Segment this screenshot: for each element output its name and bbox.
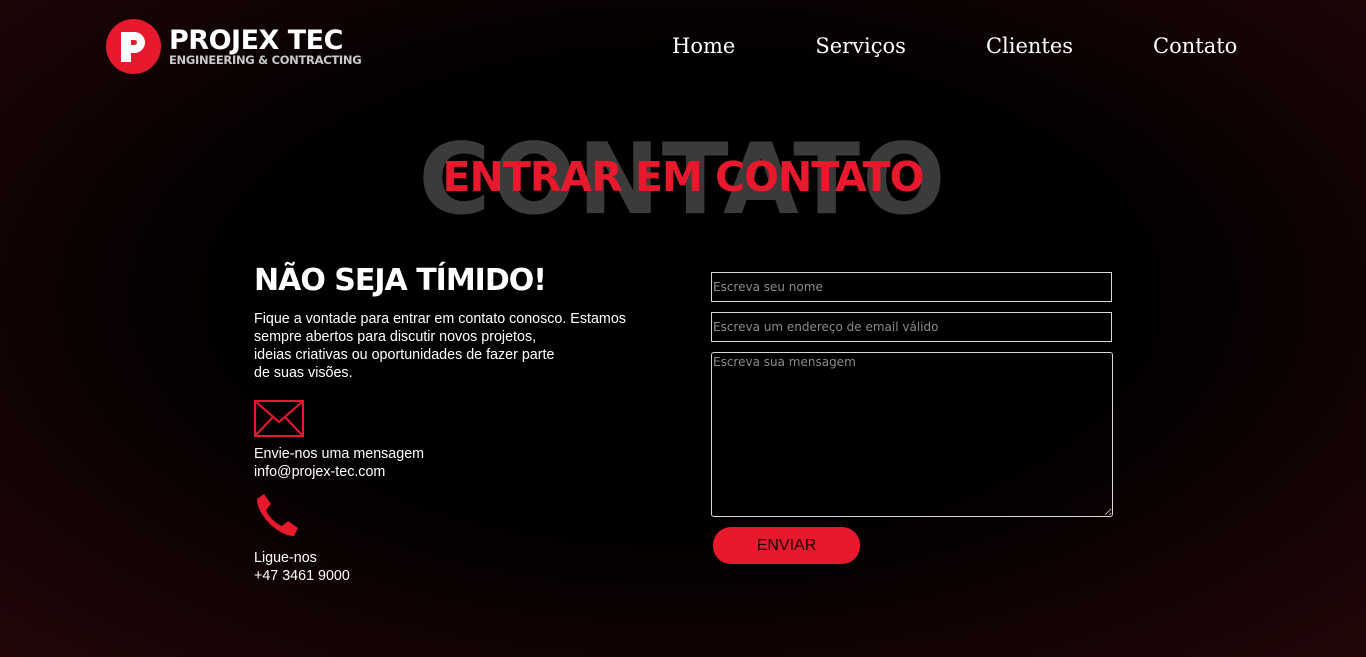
brand-logo[interactable]: PROJEX TEC ENGINEERING & CONTRACTING	[106, 19, 362, 74]
main-nav: Home Serviços Clientes Contato	[672, 34, 1237, 58]
nav-clientes[interactable]: Clientes	[986, 34, 1073, 58]
p-logo-icon	[106, 19, 161, 74]
nav-home[interactable]: Home	[672, 34, 735, 58]
email-input[interactable]	[711, 312, 1112, 342]
hero-section: CONTATO ENTRAR EM CONTATO	[0, 125, 1366, 235]
contact-intro: Fique a vontade para entrar em contato c…	[254, 310, 639, 382]
phone-label: Ligue-nos	[254, 550, 317, 566]
name-input[interactable]	[711, 272, 1112, 302]
site-header: PROJEX TEC ENGINEERING & CONTRACTING Hom…	[0, 0, 1366, 100]
nav-servicos[interactable]: Serviços	[815, 34, 906, 58]
phone-number[interactable]: +47 3461 9000	[254, 567, 654, 585]
contact-form: ENVIAR	[711, 272, 1113, 564]
brand-text: PROJEX TEC ENGINEERING & CONTRACTING	[169, 24, 362, 67]
contact-heading: NÃO SEJA TÍMIDO!	[254, 263, 547, 298]
intro-line: sempre abertos para discutir novos proje…	[254, 329, 537, 345]
envelope-icon	[254, 400, 304, 437]
intro-line: Fique a vontade para entrar em contato c…	[254, 311, 626, 327]
phone-icon	[257, 494, 298, 536]
send-button[interactable]: ENVIAR	[713, 527, 860, 564]
page-title: ENTRAR EM CONTATO	[442, 153, 925, 201]
contact-info: NÃO SEJA TÍMIDO! Fique a vontade para en…	[254, 262, 654, 585]
brand-tagline: ENGINEERING & CONTRACTING	[169, 52, 362, 67]
nav-contato[interactable]: Contato	[1153, 34, 1237, 58]
intro-line: de suas visões.	[254, 365, 353, 381]
brand-name: PROJEX TEC	[169, 24, 343, 56]
message-textarea[interactable]	[711, 352, 1113, 517]
email-address[interactable]: info@projex-tec.com	[254, 463, 654, 481]
email-label: Envie-nos uma mensagem	[254, 446, 425, 462]
intro-line: ideias criativas ou oportunidades de faz…	[254, 347, 555, 363]
